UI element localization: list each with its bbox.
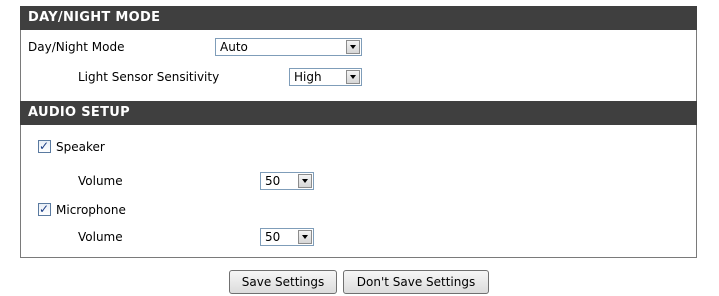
day-night-section-header: DAY/NIGHT MODE — [20, 6, 697, 30]
light-sensor-sensitivity-select[interactable]: High — [289, 68, 362, 86]
day-night-mode-select[interactable]: Auto — [215, 38, 362, 56]
save-settings-button[interactable]: Save Settings — [229, 270, 337, 294]
light-sensor-sensitivity-value: High — [294, 70, 322, 84]
light-sensor-sensitivity-label: Light Sensor Sensitivity — [78, 70, 220, 84]
microphone-volume-label: Volume — [78, 230, 123, 244]
speaker-volume-select[interactable]: 50 — [260, 172, 314, 190]
microphone-volume-select[interactable]: 50 — [260, 228, 314, 246]
speaker-label: Speaker — [56, 140, 105, 154]
microphone-checkbox[interactable]: ✓ — [38, 202, 51, 216]
chevron-down-icon[interactable] — [298, 174, 312, 188]
checkmark-icon: ✓ — [39, 139, 50, 153]
dont-save-settings-button[interactable]: Don't Save Settings — [343, 270, 489, 294]
checkmark-icon: ✓ — [39, 202, 50, 216]
day-night-mode-label: Day/Night Mode — [28, 40, 125, 54]
chevron-down-icon[interactable] — [346, 40, 360, 54]
chevron-down-icon[interactable] — [346, 70, 360, 84]
day-night-mode-value: Auto — [220, 40, 248, 54]
microphone-label: Microphone — [56, 203, 126, 217]
audio-setup-section-header: AUDIO SETUP — [20, 101, 697, 125]
speaker-checkbox[interactable]: ✓ — [38, 139, 51, 153]
speaker-volume-label: Volume — [78, 174, 123, 188]
microphone-volume-value: 50 — [265, 230, 281, 244]
speaker-volume-value: 50 — [265, 174, 281, 188]
chevron-down-icon[interactable] — [298, 230, 312, 244]
